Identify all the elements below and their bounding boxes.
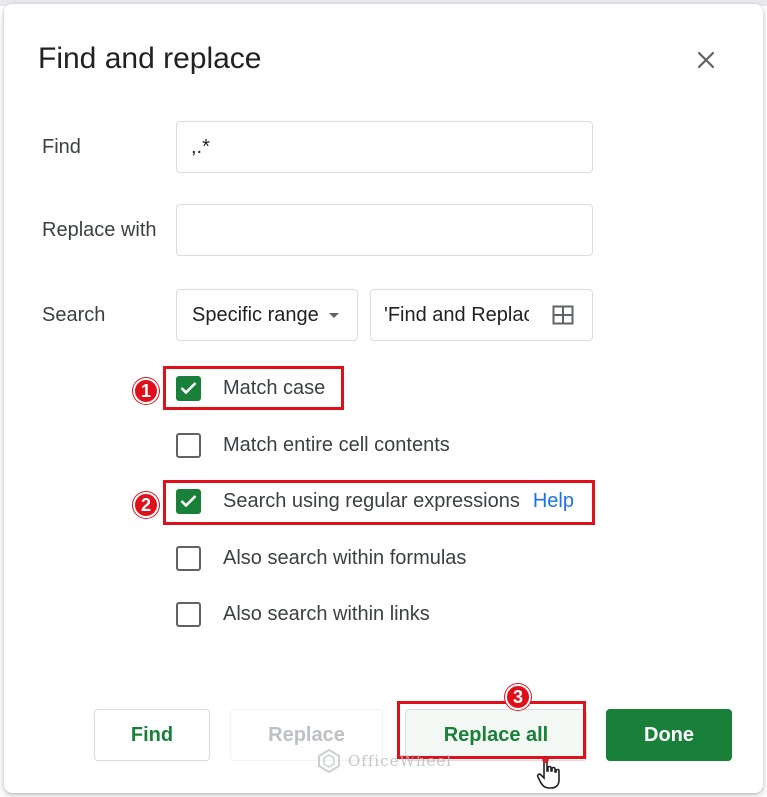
regex-label: Search using regular expressions xyxy=(223,489,520,512)
close-icon xyxy=(697,51,715,69)
watermark: OfficeWheel xyxy=(316,748,452,774)
option-search-formulas[interactable]: Also search within formulas xyxy=(176,542,466,574)
find-input[interactable]: ,.* xyxy=(176,121,593,173)
watermark-text: OfficeWheel xyxy=(348,752,453,770)
step-badge-1: 1 xyxy=(133,378,159,404)
match-case-label: Match case xyxy=(223,376,326,399)
search-links-label: Also search within links xyxy=(223,602,430,625)
search-formulas-label: Also search within formulas xyxy=(223,546,467,569)
close-button[interactable] xyxy=(692,46,720,74)
range-input-value: 'Find and Replace xyxy=(384,303,529,326)
range-input[interactable]: 'Find and Replace xyxy=(370,289,593,341)
grid-icon[interactable] xyxy=(552,305,574,325)
regex-checkbox[interactable] xyxy=(176,488,201,514)
hand-pointer-icon xyxy=(536,756,560,789)
find-button[interactable]: Find xyxy=(94,709,210,761)
option-regex[interactable]: Search using regular expressions Help xyxy=(176,485,574,517)
search-scope-value: Specific range xyxy=(192,303,319,326)
replace-with-label: Replace with xyxy=(42,219,157,241)
find-replace-dialog: Find and replace Find ,.* Replace with S… xyxy=(4,4,763,793)
replace-with-input[interactable] xyxy=(176,204,593,256)
search-formulas-checkbox[interactable] xyxy=(176,545,201,571)
option-search-links[interactable]: Also search within links xyxy=(176,598,430,630)
step-badge-2: 2 xyxy=(133,492,159,518)
match-case-checkbox[interactable] xyxy=(176,375,201,401)
option-match-case[interactable]: Match case xyxy=(176,372,325,404)
search-links-checkbox[interactable] xyxy=(176,601,201,627)
match-entire-cell-label: Match entire cell contents xyxy=(223,433,450,456)
search-label: Search xyxy=(42,304,106,326)
checkmark-icon xyxy=(180,382,197,395)
officewheel-logo-icon xyxy=(318,748,340,774)
find-input-value: ,.* xyxy=(191,135,210,158)
help-link[interactable]: Help xyxy=(533,490,574,513)
step-badge-3: 3 xyxy=(505,684,531,710)
done-button[interactable]: Done xyxy=(606,709,732,761)
search-scope-select[interactable]: Specific range xyxy=(176,289,358,341)
option-match-entire-cell[interactable]: Match entire cell contents xyxy=(176,429,450,461)
match-entire-cell-checkbox[interactable] xyxy=(176,432,201,458)
checkmark-icon xyxy=(180,495,197,508)
dialog-title: Find and replace xyxy=(38,42,262,75)
caret-down-icon xyxy=(328,312,339,318)
find-label: Find xyxy=(42,136,81,158)
